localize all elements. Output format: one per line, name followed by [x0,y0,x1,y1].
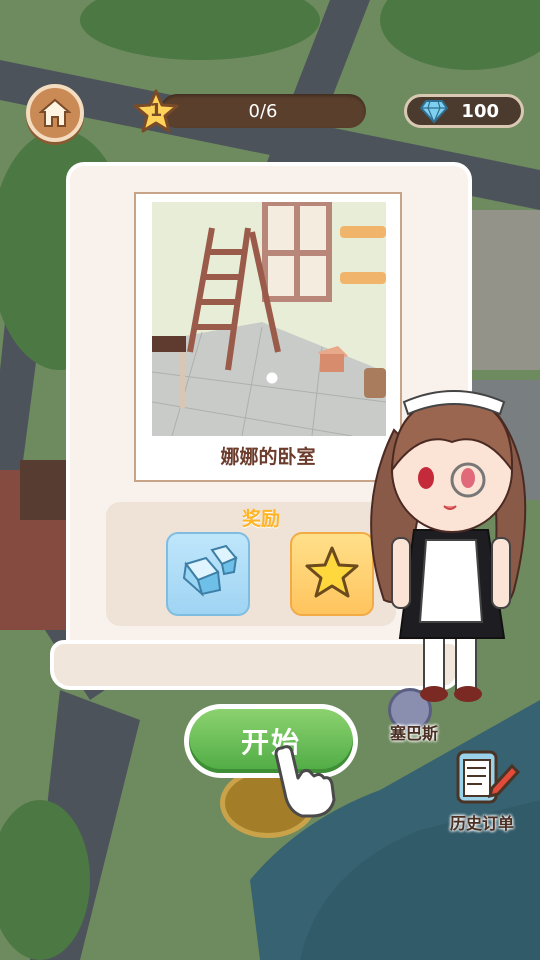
room-illustration [152,202,386,436]
progress-text: 0/6 [248,100,278,122]
level-badge: 1 [132,88,180,136]
sebas-name-label[interactable]: 塞巴斯 [390,720,438,744]
maid-character [370,390,527,702]
star-icon [305,546,359,598]
room-photo-card: 娜娜的卧室 [134,192,402,482]
diamond-icon [419,100,449,124]
home-icon [39,98,71,127]
room-name: 娜娜的卧室 [220,446,316,468]
order-history-button[interactable] [452,748,522,812]
order-history-label[interactable]: 历史订单 [450,810,514,834]
home-button[interactable] [26,84,84,142]
clipboard-icon [456,750,521,804]
level-progress-bar: 0/6 [160,94,366,128]
tap-hand-icon [274,745,336,818]
reward-star[interactable] [290,532,374,616]
reward-diamond[interactable] [166,532,250,616]
level-number: 1 [149,100,163,121]
gem-count: 100 [461,100,499,122]
gem-counter[interactable]: 100 [404,94,524,128]
diamond-icon [182,544,238,598]
